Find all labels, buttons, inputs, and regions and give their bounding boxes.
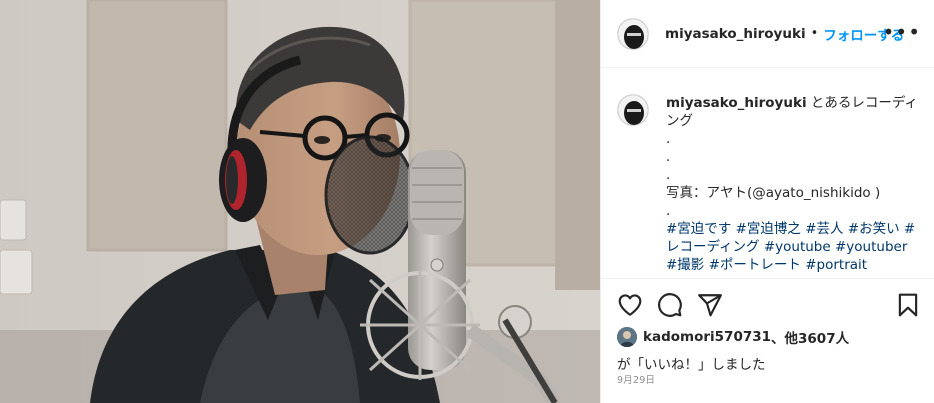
caption-line-3: . xyxy=(666,167,671,183)
caption-text: miyasako_hiroyuki とあるレコーディング . . . 写真：アヤ… xyxy=(666,94,918,277)
comments-section[interactable]: miyasako_hiroyuki とあるレコーディング . . . 写真：アヤ… xyxy=(601,69,934,277)
caption-hashtags[interactable]: #宮迫です #宮迫博之 #芸人 #お笑い #レコーディング #youtube #… xyxy=(666,220,918,277)
bookmark-icon[interactable] xyxy=(895,292,921,318)
post-username[interactable]: miyasako_hiroyuki xyxy=(665,26,806,42)
likes-row: kadomori570731 、他3607人 xyxy=(617,327,919,347)
post-side-panel: miyasako_hiroyuki • フォローする ••• miyasako_… xyxy=(600,0,934,403)
caption-line-2: . xyxy=(666,149,671,165)
caption-line-5: . xyxy=(666,203,671,219)
separator-dot: • xyxy=(810,26,819,41)
heart-outline-icon[interactable] xyxy=(617,292,643,318)
avatar-image xyxy=(618,95,648,125)
user-avatar[interactable] xyxy=(617,17,649,50)
avatar-image xyxy=(618,18,648,49)
likes-suffix: が「いいね！」しました xyxy=(617,357,766,373)
more-options-icon[interactable]: ••• xyxy=(883,22,921,42)
caption-line-4: 写真：アヤト(@ayato_nishikido ) xyxy=(666,185,881,201)
liker-username[interactable]: kadomori570731 xyxy=(643,329,771,345)
action-bar xyxy=(617,292,919,320)
actions-section: kadomori570731 、他3607人 が「いいね！」しました 9月29日 xyxy=(601,278,934,403)
caption-comment: miyasako_hiroyuki とあるレコーディング . . . 写真：アヤ… xyxy=(617,94,919,277)
post-header: miyasako_hiroyuki • フォローする ••• xyxy=(601,0,934,68)
speech-bubble-icon[interactable] xyxy=(657,292,683,318)
likes-summary: kadomori570731 、他3607人 が「いいね！」しました xyxy=(617,327,919,373)
liker-avatar[interactable] xyxy=(617,327,637,347)
recording-studio-image xyxy=(0,0,600,403)
likes-count[interactable]: 、他3607人 xyxy=(771,327,849,347)
caption-user-avatar[interactable] xyxy=(617,94,649,126)
caption-line-1: . xyxy=(666,131,671,147)
liker-avatar-image xyxy=(617,327,637,347)
post-date[interactable]: 9月29日 xyxy=(617,372,655,386)
paper-plane-icon[interactable] xyxy=(697,292,723,318)
post-photo[interactable] xyxy=(0,0,600,403)
caption-username[interactable]: miyasako_hiroyuki xyxy=(666,95,807,111)
